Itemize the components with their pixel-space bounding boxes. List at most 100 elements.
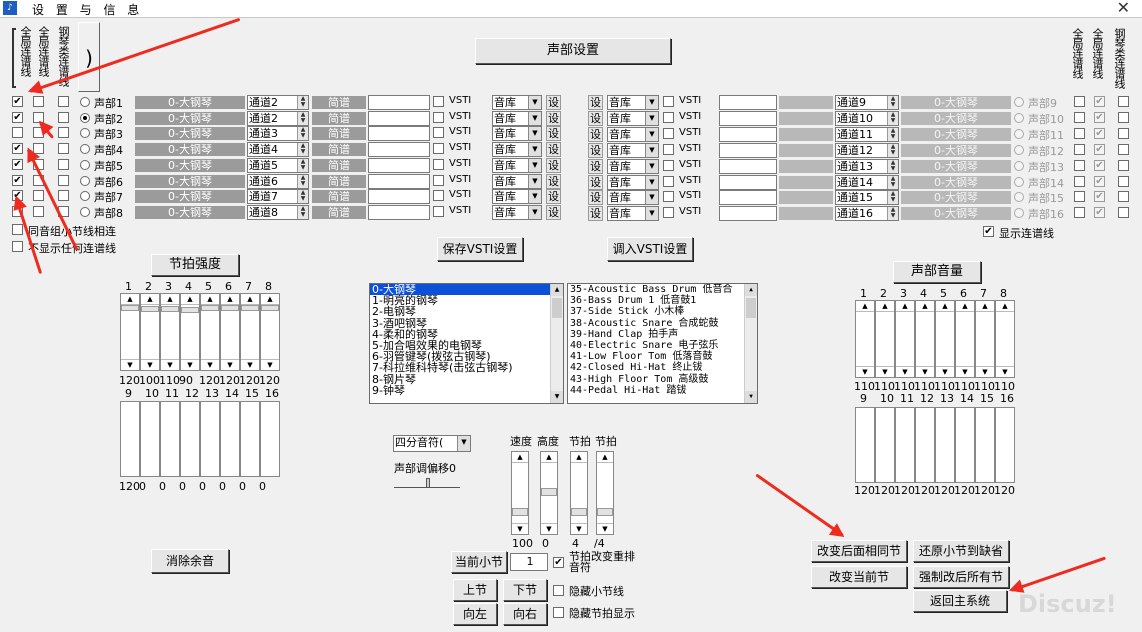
vertical-slider[interactable] xyxy=(180,401,200,477)
drum-list-item[interactable]: 37-Side Stick 小木棒 xyxy=(568,306,757,317)
instrument-list-item[interactable]: 2-电钢琴 xyxy=(370,306,563,317)
part-radio[interactable] xyxy=(1014,128,1024,139)
slider-up-icon[interactable]: ▲ xyxy=(261,294,279,305)
vertical-slider[interactable]: ▲ ▼ xyxy=(240,293,260,371)
spinner-icon[interactable]: ▲ ▼ xyxy=(887,127,898,141)
slider-thumb[interactable] xyxy=(161,305,179,312)
instrument-field[interactable]: 0-大钢琴 xyxy=(135,158,245,172)
vsti-checkbox[interactable] xyxy=(433,205,444,217)
slider-up-icon[interactable]: ▲ xyxy=(597,452,613,463)
lib-combo[interactable]: 音库 ▼ xyxy=(492,173,542,189)
spinner-icon[interactable]: ▲ ▼ xyxy=(297,205,308,219)
lib-combo[interactable]: 音库 ▼ xyxy=(492,95,542,110)
slider-up-icon[interactable]: ▲ xyxy=(161,294,179,305)
slider-down-icon[interactable]: ▼ xyxy=(201,359,219,370)
channel-field[interactable]: 通道2 ▲ ▼ xyxy=(247,110,309,126)
vsti-checkbox[interactable] xyxy=(663,111,674,123)
set-button[interactable]: 设 xyxy=(588,206,603,222)
part-checkbox-1[interactable]: ✔ xyxy=(12,158,23,170)
vsti-path-input[interactable] xyxy=(368,110,430,126)
vsti-path-input[interactable] xyxy=(368,95,430,110)
instrument-field[interactable]: 0-大钢琴 xyxy=(901,191,1011,205)
slider-up-icon[interactable]: ▲ xyxy=(976,301,994,312)
part-checkbox-1[interactable]: ✔ xyxy=(12,174,23,186)
chevron-down-icon[interactable]: ▼ xyxy=(528,158,541,172)
instrument-field[interactable]: 0-大钢琴 xyxy=(135,111,245,125)
drum-list-item[interactable]: 43-High Floor Tom 高级鼓 xyxy=(568,374,757,385)
chevron-down-icon[interactable]: ▼ xyxy=(457,436,470,451)
score-button[interactable] xyxy=(779,143,833,157)
set-button[interactable]: 设 xyxy=(546,189,561,205)
vertical-slider[interactable]: ▲ ▼ xyxy=(955,300,975,378)
change-current-button[interactable]: 改变当前节 xyxy=(811,566,907,588)
vertical-slider[interactable]: ▲ ▼ xyxy=(200,293,220,371)
part-checkbox-2[interactable] xyxy=(33,190,44,202)
set-button[interactable]: 设 xyxy=(546,173,561,189)
set-button[interactable]: 设 xyxy=(588,110,603,126)
part-checkbox-3[interactable] xyxy=(1118,111,1129,123)
vertical-slider[interactable] xyxy=(260,401,280,477)
part-checkbox-2[interactable]: ✔ xyxy=(1094,127,1105,139)
slider-up-icon[interactable]: ▲ xyxy=(916,301,934,312)
part-checkbox-3[interactable] xyxy=(58,190,69,202)
channel-field[interactable]: 通道10 ▲ ▼ xyxy=(835,110,899,126)
small-vertical-slider[interactable]: ▲ ▼ xyxy=(570,451,588,535)
note-combo[interactable]: 四分音符(▼ xyxy=(393,435,471,452)
vertical-slider[interactable] xyxy=(915,407,935,483)
part-settings-button[interactable]: 声部设置 xyxy=(475,38,671,64)
slider-up-icon[interactable]: ▲ xyxy=(121,294,139,305)
drum-list-scrollbar[interactable]: ▲ ▼ xyxy=(744,284,757,403)
chevron-down-icon[interactable]: ▼ xyxy=(645,143,658,157)
slider-thumb[interactable] xyxy=(261,305,279,311)
score-button[interactable] xyxy=(779,111,833,125)
vsti-path-input[interactable] xyxy=(368,157,430,173)
slider-thumb[interactable] xyxy=(121,305,139,311)
part-radio[interactable] xyxy=(1014,176,1024,187)
vsti-checkbox[interactable] xyxy=(433,111,444,123)
slider-up-icon[interactable]: ▲ xyxy=(181,294,199,305)
set-button[interactable]: 设 xyxy=(588,190,603,206)
slider-thumb[interactable] xyxy=(571,508,587,516)
chevron-down-icon[interactable]: ▼ xyxy=(645,191,658,205)
current-bar-button[interactable]: 当前小节 xyxy=(451,551,507,573)
slider-down-icon[interactable]: ▼ xyxy=(221,359,239,370)
instrument-field[interactable]: 0-大钢琴 xyxy=(901,96,1011,109)
channel-field[interactable]: 通道8 ▲ ▼ xyxy=(247,204,309,220)
vertical-slider[interactable]: ▲ ▼ xyxy=(140,293,160,371)
instrument-field[interactable]: 0-大钢琴 xyxy=(135,205,245,219)
instrument-list-item[interactable]: 7-科拉维科特琴(击弦古钢琴) xyxy=(370,362,563,373)
part-checkbox-3[interactable] xyxy=(1118,207,1129,219)
set-button[interactable]: 设 xyxy=(546,126,561,142)
slider-down-icon[interactable]: ▼ xyxy=(512,523,528,534)
lib-combo[interactable]: 音库 ▼ xyxy=(607,206,659,222)
part-radio[interactable] xyxy=(80,112,90,123)
part-radio[interactable] xyxy=(80,191,90,202)
chevron-down-icon[interactable]: ▼ xyxy=(528,205,541,219)
set-button[interactable]: 设 xyxy=(546,110,561,126)
chevron-down-icon[interactable]: ▼ xyxy=(645,96,658,109)
slider-down-icon[interactable]: ▼ xyxy=(896,366,914,377)
left-button[interactable]: 向左 xyxy=(453,603,497,625)
part-checkbox-1[interactable] xyxy=(1074,96,1085,107)
slider-down-icon[interactable]: ▼ xyxy=(976,366,994,377)
vsti-checkbox[interactable] xyxy=(663,127,674,139)
instrument-field[interactable]: 0-大钢琴 xyxy=(901,175,1011,189)
part-checkbox-1[interactable] xyxy=(1074,127,1085,139)
score-button[interactable]: 简谱 xyxy=(312,174,366,188)
vsti-path-input[interactable] xyxy=(719,126,777,142)
score-button[interactable]: 简谱 xyxy=(312,205,366,219)
slider-up-icon[interactable]: ▲ xyxy=(571,452,587,463)
part-checkbox-1[interactable] xyxy=(1074,143,1085,155)
slider-down-icon[interactable]: ▼ xyxy=(181,359,199,370)
score-button[interactable]: 简谱 xyxy=(312,190,366,204)
vertical-slider[interactable]: ▲ ▼ xyxy=(220,293,240,371)
vsti-checkbox[interactable] xyxy=(433,96,444,107)
chevron-down-icon[interactable]: ▼ xyxy=(645,207,658,221)
chevron-down-icon[interactable]: ▼ xyxy=(645,159,658,173)
lib-combo[interactable]: 音库 ▼ xyxy=(492,204,542,220)
save-vsti-button[interactable]: 保存VSTI设置 xyxy=(437,237,523,261)
vsti-path-input[interactable] xyxy=(368,126,430,142)
part-checkbox-3[interactable] xyxy=(58,111,69,123)
part-radio[interactable] xyxy=(80,206,90,217)
spinner-icon[interactable]: ▲ ▼ xyxy=(297,158,308,172)
